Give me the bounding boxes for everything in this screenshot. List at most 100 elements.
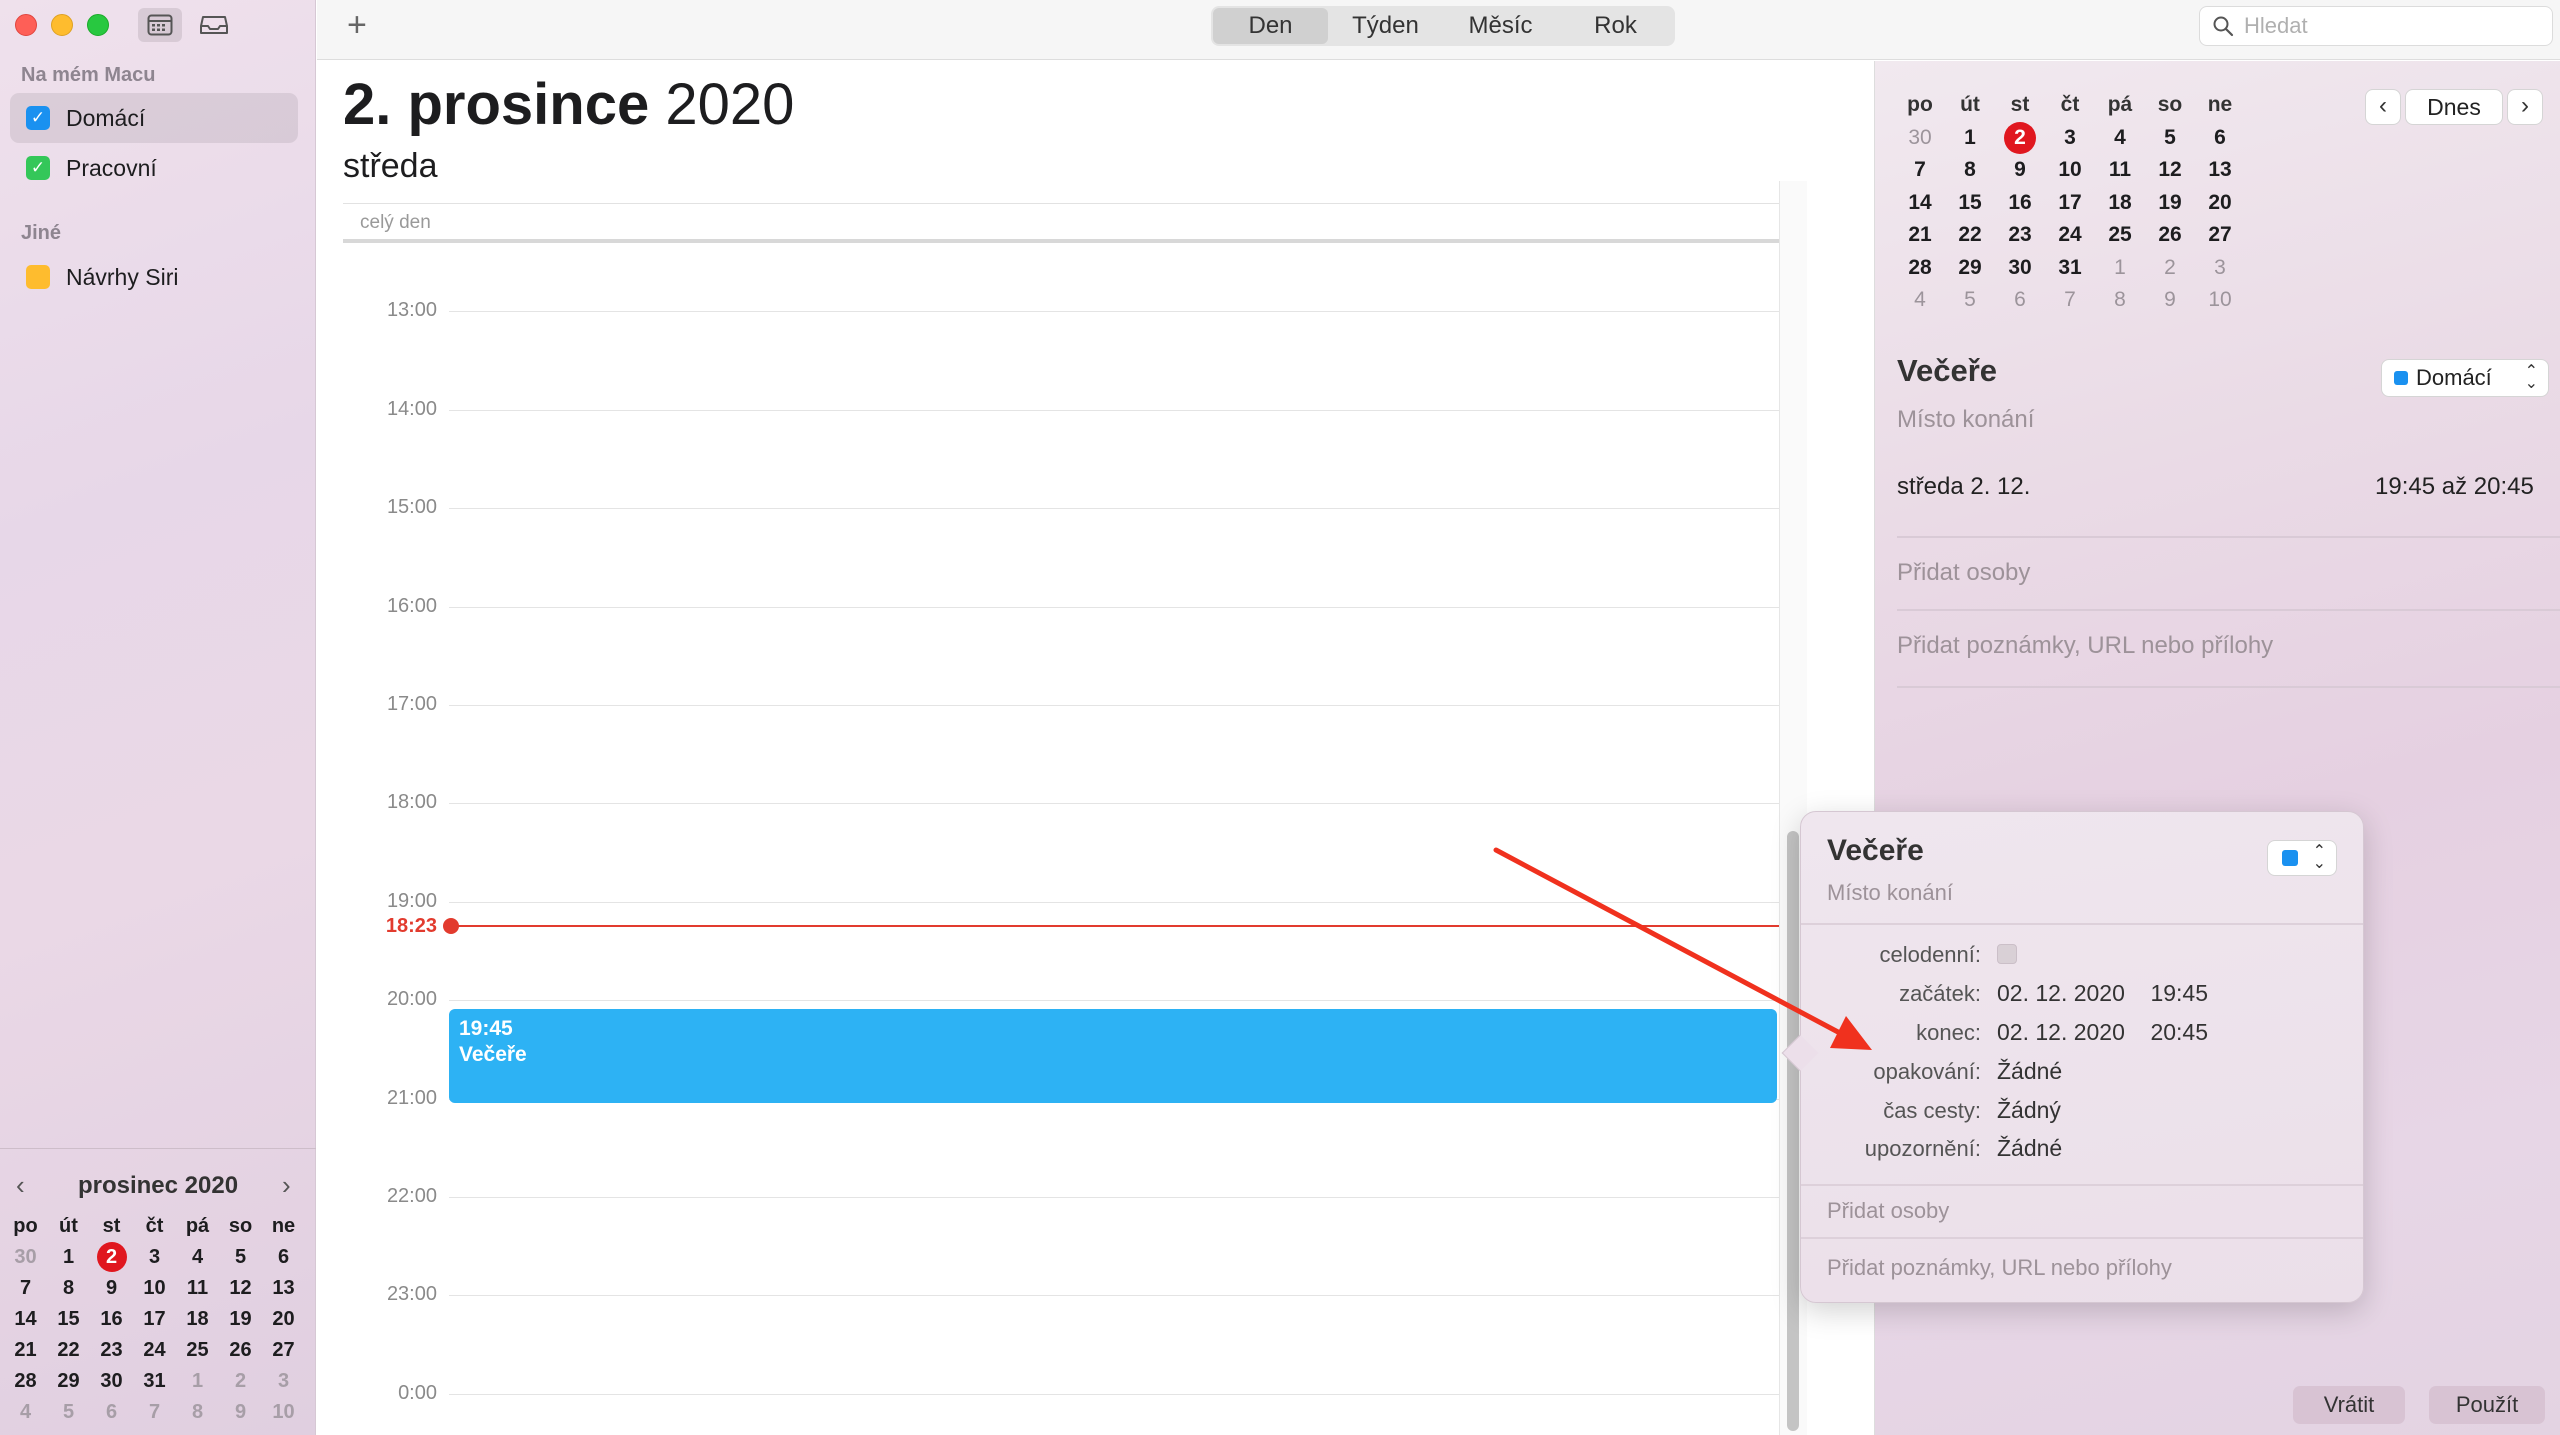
popover-add-people[interactable]: Přidat osoby — [1827, 1198, 1949, 1224]
apply-button[interactable]: Použít — [2429, 1386, 2545, 1424]
mini-calendar-day[interactable]: 20 — [262, 1304, 305, 1335]
calendar-color-select[interactable]: ⌃ ⌄ — [2267, 840, 2337, 876]
end-value[interactable]: 02. 12. 2020 20:45 — [1997, 1019, 2208, 1046]
location-field[interactable]: Místo konání — [1897, 406, 2034, 434]
mini-calendar-day[interactable]: 28 — [1895, 252, 1945, 285]
mini-calendar-day[interactable]: 2 — [90, 1242, 133, 1273]
mini-calendar-day[interactable]: 2 — [219, 1366, 262, 1397]
scrollbar-thumb[interactable] — [1787, 831, 1799, 1431]
mini-calendar-day[interactable]: 27 — [262, 1335, 305, 1366]
mini-calendar-day[interactable]: 30 — [1895, 122, 1945, 155]
close-window-button[interactable] — [15, 14, 37, 36]
mini-calendar-day[interactable]: 13 — [262, 1273, 305, 1304]
mini-calendar-day[interactable]: 7 — [4, 1273, 47, 1304]
mini-calendar-day[interactable]: 17 — [133, 1304, 176, 1335]
mini-calendar-day[interactable]: 10 — [262, 1397, 305, 1428]
mini-calendar-day[interactable]: 12 — [2145, 154, 2195, 187]
mini-calendar-day[interactable]: 26 — [219, 1335, 262, 1366]
mini-calendar-day[interactable]: 16 — [1995, 187, 2045, 220]
mini-calendar-day[interactable]: 21 — [1895, 219, 1945, 252]
mini-calendar-day[interactable]: 10 — [133, 1273, 176, 1304]
checkbox-icon[interactable] — [26, 265, 50, 289]
mini-calendar-day[interactable]: 15 — [47, 1304, 90, 1335]
mini-calendar-day[interactable]: 7 — [1895, 154, 1945, 187]
mini-calendar-day[interactable]: 2 — [2145, 252, 2195, 285]
mini-calendar-day[interactable]: 22 — [1945, 219, 1995, 252]
mini-calendar-day[interactable]: 4 — [1895, 284, 1945, 317]
mini-calendar-day[interactable]: 3 — [2045, 122, 2095, 155]
popover-title[interactable]: Večeře — [1827, 834, 1924, 868]
mini-calendar-day[interactable]: 29 — [47, 1366, 90, 1397]
mini-calendar-day[interactable]: 1 — [47, 1242, 90, 1273]
inbox-icon[interactable] — [192, 8, 236, 42]
mini-calendar-day[interactable]: 3 — [133, 1242, 176, 1273]
event-time-range[interactable]: 19:45 až 20:45 — [2375, 473, 2560, 501]
calendar-item-siri-suggestions[interactable]: Návrhy Siri — [10, 252, 298, 302]
view-year-button[interactable]: Rok — [1558, 8, 1673, 44]
calendar-item-work[interactable]: ✓ Pracovní — [10, 143, 298, 193]
mini-calendar-day[interactable]: 15 — [1945, 187, 1995, 220]
mini-calendar-day[interactable]: 16 — [90, 1304, 133, 1335]
popover-add-notes[interactable]: Přidat poznámky, URL nebo přílohy — [1827, 1255, 2172, 1281]
mini-calendar-day[interactable]: 9 — [1995, 154, 2045, 187]
search-input[interactable] — [2244, 13, 2544, 39]
alert-value[interactable]: Žádné — [1997, 1135, 2062, 1162]
add-notes-field[interactable]: Přidat poznámky, URL nebo přílohy — [1897, 632, 2273, 660]
mini-calendar-day[interactable]: 19 — [219, 1304, 262, 1335]
hour-grid[interactable]: 12:0013:0014:0015:0016:0017:0018:0019:00… — [317, 243, 1817, 1435]
checkbox-checked-icon[interactable]: ✓ — [26, 106, 50, 130]
mini-calendar-day[interactable]: 20 — [2195, 187, 2245, 220]
mini-calendar-day[interactable]: 4 — [4, 1397, 47, 1428]
mini-calendar-day[interactable]: 3 — [262, 1366, 305, 1397]
mini-calendar-day[interactable]: 4 — [2095, 122, 2145, 155]
view-day-button[interactable]: Den — [1213, 8, 1328, 44]
mini-calendar-day[interactable]: 5 — [1945, 284, 1995, 317]
mini-calendar-day[interactable]: 6 — [1995, 284, 2045, 317]
mini-calendar-day[interactable]: 7 — [2045, 284, 2095, 317]
mini-calendar-day[interactable]: 28 — [4, 1366, 47, 1397]
mini-calendar-day[interactable]: 8 — [176, 1397, 219, 1428]
add-people-field[interactable]: Přidat osoby — [1897, 559, 2030, 587]
mini-calendar-day[interactable]: 30 — [1995, 252, 2045, 285]
mini-calendar-day[interactable]: 5 — [219, 1242, 262, 1273]
mini-calendar-day[interactable]: 17 — [2045, 187, 2095, 220]
inspector-event-title[interactable]: Večeře — [1897, 353, 1997, 389]
mini-calendar-day[interactable]: 6 — [90, 1397, 133, 1428]
mini-calendar-day[interactable]: 10 — [2195, 284, 2245, 317]
search-box[interactable] — [2199, 6, 2553, 46]
mini-calendar-day[interactable]: 3 — [2195, 252, 2245, 285]
mini-calendar-day[interactable]: 24 — [2045, 219, 2095, 252]
revert-button[interactable]: Vrátit — [2293, 1386, 2405, 1424]
travel-time-value[interactable]: Žádný — [1997, 1097, 2061, 1124]
mini-calendar-day[interactable]: 11 — [176, 1273, 219, 1304]
next-month-button[interactable]: › — [2507, 89, 2543, 125]
mini-calendar-day[interactable]: 24 — [133, 1335, 176, 1366]
mini-calendar-day[interactable]: 8 — [47, 1273, 90, 1304]
prev-month-button[interactable]: ‹ — [2365, 89, 2401, 125]
calendar-select[interactable]: Domácí ⌃ ⌄ — [2381, 359, 2549, 397]
mini-calendar-day[interactable]: 25 — [176, 1335, 219, 1366]
mini-calendar-day[interactable]: 30 — [90, 1366, 133, 1397]
mini-calendar-day[interactable]: 7 — [133, 1397, 176, 1428]
mini-calendar-day[interactable]: 21 — [4, 1335, 47, 1366]
mini-calendar-day[interactable]: 18 — [176, 1304, 219, 1335]
all-day-row[interactable]: celý den — [343, 203, 1807, 243]
view-week-button[interactable]: Týden — [1328, 8, 1443, 44]
mini-calendar-day[interactable]: 25 — [2095, 219, 2145, 252]
mini-calendar-day[interactable]: 29 — [1945, 252, 1995, 285]
mini-calendar-day[interactable]: 9 — [90, 1273, 133, 1304]
popover-location-field[interactable]: Místo konání — [1827, 880, 1953, 906]
minimize-window-button[interactable] — [51, 14, 73, 36]
mini-calendar-day[interactable]: 23 — [90, 1335, 133, 1366]
mini-calendar-day[interactable]: 8 — [2095, 284, 2145, 317]
mini-calendar-day[interactable]: 9 — [2145, 284, 2195, 317]
mini-calendar-day[interactable]: 8 — [1945, 154, 1995, 187]
mini-calendar-day[interactable]: 22 — [47, 1335, 90, 1366]
mini-calendar-day[interactable]: 14 — [1895, 187, 1945, 220]
mini-calendar-day[interactable]: 14 — [4, 1304, 47, 1335]
mini-calendar-day[interactable]: 13 — [2195, 154, 2245, 187]
today-button[interactable]: Dnes — [2405, 89, 2503, 125]
mini-calendar-day[interactable]: 26 — [2145, 219, 2195, 252]
add-event-button[interactable]: + — [347, 6, 367, 45]
mini-calendar-day[interactable]: 5 — [47, 1397, 90, 1428]
